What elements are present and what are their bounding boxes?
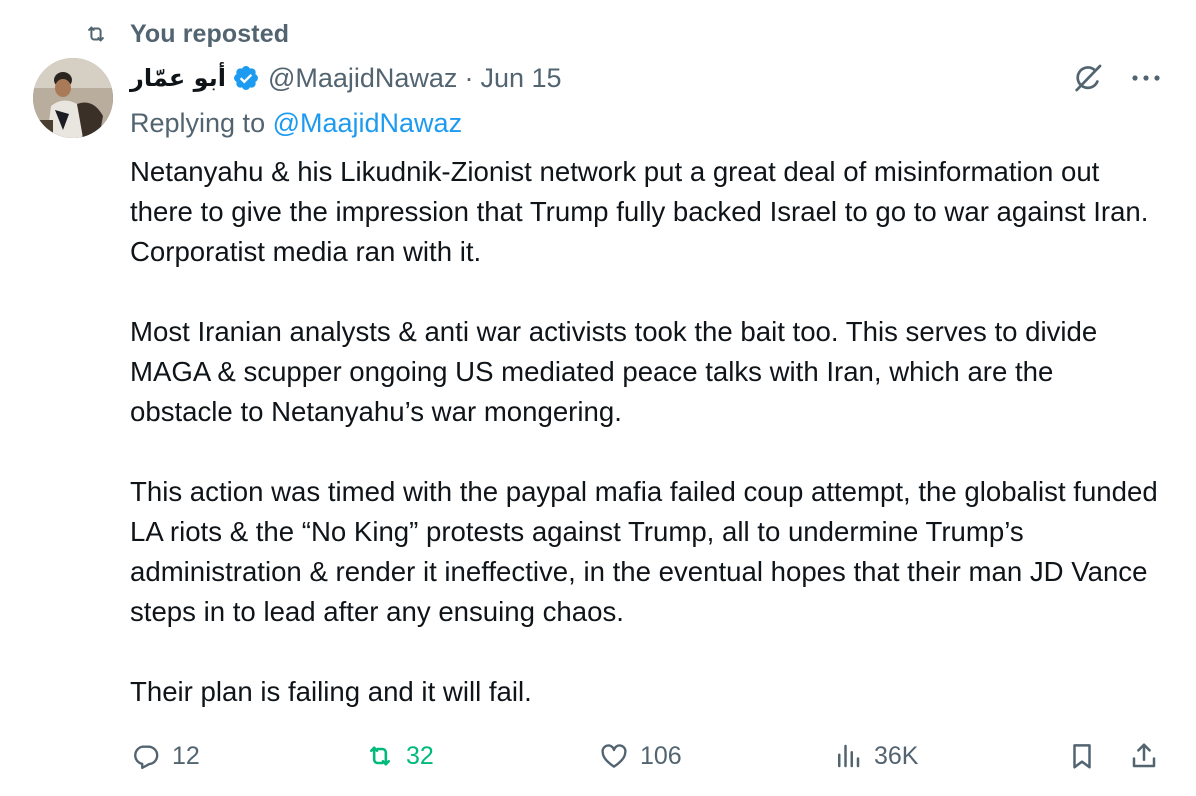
replying-to: Replying to @MaajidNawaz [130,108,462,139]
tweet-paragraph: Netanyahu & his Likudnik-Zionist network… [130,156,1149,267]
header-separator: · [464,62,474,93]
like-button[interactable]: 106 [598,736,682,776]
repost-icon [364,740,396,772]
repost-count: 32 [406,741,434,770]
repost-context[interactable]: You reposted [82,18,289,50]
repost-label: You reposted [130,19,290,48]
bookmark-button[interactable] [1066,736,1098,776]
reply-icon [130,740,162,772]
share-button[interactable] [1128,736,1160,776]
replying-to-prefix: Replying to [130,108,273,138]
more-options-icon[interactable] [1128,60,1164,96]
repost-button[interactable]: 32 [364,736,434,776]
verified-badge-icon[interactable] [232,64,260,92]
share-icon [1128,740,1160,772]
heart-icon [598,740,630,772]
reply-count: 12 [172,741,200,770]
tweet-action-bar: 12 32 106 36K [130,736,1170,776]
tweet-paragraph: This action was timed with the paypal ma… [130,476,1158,627]
author-display-name[interactable]: أبو عمّار [130,64,226,92]
views-button[interactable]: 36K [832,736,918,776]
replying-to-handle-link[interactable]: @MaajidNawaz [273,108,462,138]
tweet-date[interactable]: Jun 15 [480,63,561,94]
grok-icon[interactable] [1070,60,1106,96]
analytics-icon [832,740,864,772]
reply-button[interactable]: 12 [130,736,200,776]
avatar[interactable] [33,58,113,138]
tweet-body: Netanyahu & his Likudnik-Zionist network… [130,152,1160,712]
like-count: 106 [640,741,682,770]
bookmark-icon [1066,740,1098,772]
tweet-paragraph: Their plan is failing and it will fail. [130,676,532,707]
author-handle[interactable]: @MaajidNawaz [268,63,457,94]
tweet-header: أبو عمّار @MaajidNawaz · Jun 15 [130,58,562,98]
tweet-top-actions [1070,60,1164,96]
tweet-paragraph: Most Iranian analysts & anti war activis… [130,316,1098,427]
repost-icon [82,21,112,47]
view-count: 36K [874,741,919,770]
